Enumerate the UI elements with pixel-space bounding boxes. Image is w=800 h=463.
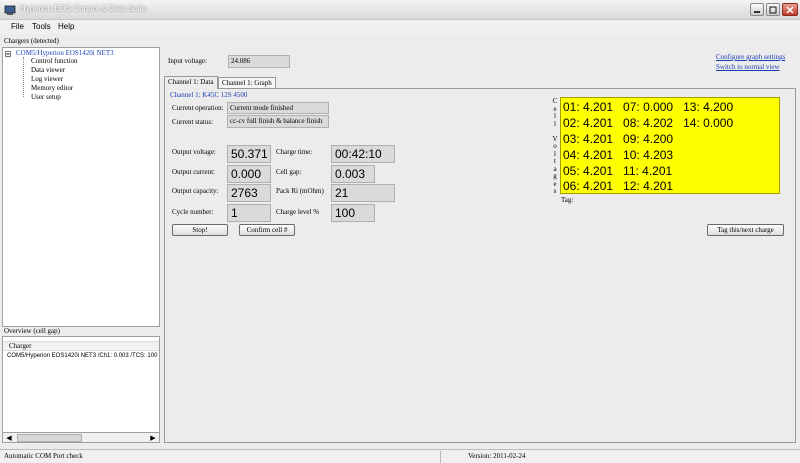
scroll-right-icon[interactable]: ▶ (148, 434, 158, 442)
input-voltage-label: Input voltage: (168, 57, 208, 65)
tag-charge-button[interactable]: Tag this/next charge (707, 224, 784, 236)
output-voltage-label: Output voltage: (172, 148, 216, 156)
cycle-number-value: 1 (227, 204, 271, 222)
status-bar: Automatic COM Port check Version: 2011-0… (0, 449, 800, 463)
menu-tools[interactable]: Tools (32, 22, 51, 31)
pack-ri-label: Pack Ri (mOhm) (276, 187, 324, 195)
label-letter: e (553, 104, 557, 113)
switch-view-link[interactable]: Switch to normal view (716, 63, 780, 71)
cell-voltage-row: 05: 4.201 11: 4.201 (563, 164, 673, 178)
app-icon (4, 5, 16, 15)
label-letter: a (553, 164, 557, 173)
current-status-value: cc-cv full finish & balance finish (227, 115, 329, 128)
label-letter: l (554, 112, 556, 120)
label-letter: t (554, 157, 556, 165)
cell-voltage-row: 01: 4.201 07: 0.000 13: 4.200 (563, 100, 734, 114)
output-capacity-label: Output capacity: (172, 187, 219, 195)
charge-level-value: 100 (331, 204, 375, 222)
close-icon (786, 5, 794, 14)
cell-voltage-row: 03: 4.201 09: 4.200 (563, 132, 674, 146)
current-operation-value: Current mode finished (227, 102, 329, 114)
input-voltage-value: 24.086 (228, 55, 290, 68)
column-header-charger[interactable]: Charger (3, 341, 159, 351)
minimize-icon (754, 10, 760, 13)
configure-graph-link[interactable]: Configure graph settings (716, 53, 785, 61)
maximize-button[interactable] (766, 3, 780, 16)
channel-header: Channel 1: K45C 12S 4500 (170, 91, 248, 99)
overview-label: Overview (cell gap) (4, 327, 60, 335)
close-button[interactable] (782, 3, 798, 16)
output-current-value: 0.000 (227, 165, 271, 183)
tab-channel-data[interactable]: Channel 1: Data (164, 76, 218, 89)
tree-item-user-setup[interactable]: User setup (31, 93, 61, 101)
label-letter: V (552, 134, 558, 143)
label-letter: g (553, 172, 557, 180)
current-status-label: Current status: (172, 118, 214, 126)
charge-time-value: 00:42:10 (331, 145, 395, 163)
title-bar: Hyperion EOS Control & Data Suite (0, 0, 800, 20)
chargers-label: Chargers (detected) (4, 37, 59, 45)
label-letter: o (553, 142, 557, 150)
menu-bar: File Tools Help (0, 20, 800, 34)
overview-list: Charger COM5/Hyperion EOS1420i NET3 /Ch1… (2, 336, 160, 443)
cell-gap-value: 0.003 (331, 165, 375, 183)
charge-level-label: Charge level % (276, 208, 320, 216)
minimize-button[interactable] (750, 3, 764, 16)
label-letter: l (554, 149, 556, 158)
tree-item-log-viewer[interactable]: Log viewer (31, 75, 63, 83)
current-operation-label: Current operation: (172, 104, 224, 112)
pack-ri-value: 21 (331, 184, 395, 202)
collapse-icon[interactable] (5, 51, 11, 57)
label-letter: C (552, 97, 558, 105)
horizontal-scrollbar[interactable]: ◀ ▶ (2, 432, 160, 443)
tree-item-data-viewer[interactable]: Data viewer (31, 66, 65, 74)
maximize-icon (769, 5, 777, 14)
cell-voltage-row: 02: 4.201 08: 4.202 14: 0.000 (563, 116, 734, 130)
output-capacity-value: 2763 (227, 184, 271, 202)
window-title: Hyperion EOS Control & Data Suite (20, 4, 147, 13)
label-letter: l (554, 119, 556, 128)
cell-voltage-row: 06: 4.201 12: 4.201 (563, 179, 674, 193)
tree-item-memory-editor[interactable]: Memory editor (31, 84, 73, 92)
output-current-label: Output current: (172, 168, 215, 176)
tree-connector (23, 57, 24, 97)
confirm-cell-button[interactable]: Confirm cell # (239, 224, 295, 236)
tree-root-charger[interactable]: COM5/Hyperion EOS1420i NET3 (16, 49, 114, 57)
chargers-tree: COM5/Hyperion EOS1420i NET3 Control func… (2, 47, 160, 327)
cell-voltage-row: 04: 4.201 10: 4.203 (563, 148, 674, 162)
label-letter (551, 127, 559, 135)
tag-label: Tag: (561, 196, 574, 204)
label-letter: e (553, 179, 557, 188)
output-voltage-value: 50.371 (227, 145, 271, 163)
cell-gap-label: Cell gap: (276, 168, 302, 176)
charge-time-label: Charge time: (276, 148, 313, 156)
cell-voltages-box: 01: 4.201 07: 0.000 13: 4.200 02: 4.201 … (560, 97, 780, 194)
scroll-thumb[interactable] (17, 434, 82, 442)
tree-item-control-function[interactable]: Control function (31, 57, 77, 65)
cycle-number-label: Cycle number: (172, 208, 214, 216)
cell-voltages-vertical-label: C e l l V o l t a g e s (551, 97, 559, 195)
status-divider (440, 451, 441, 463)
version-text: Version: 2011-02-24 (468, 452, 526, 460)
stop-button[interactable]: Stop! (172, 224, 228, 236)
menu-help[interactable]: Help (58, 22, 74, 31)
scroll-left-icon[interactable]: ◀ (4, 434, 14, 442)
label-letter: s (553, 187, 557, 195)
status-text: Automatic COM Port check (4, 452, 83, 460)
menu-file[interactable]: File (11, 22, 24, 31)
overview-row[interactable]: COM5/Hyperion EOS1420i NET3 /Ch1: 0.003 … (7, 353, 157, 359)
